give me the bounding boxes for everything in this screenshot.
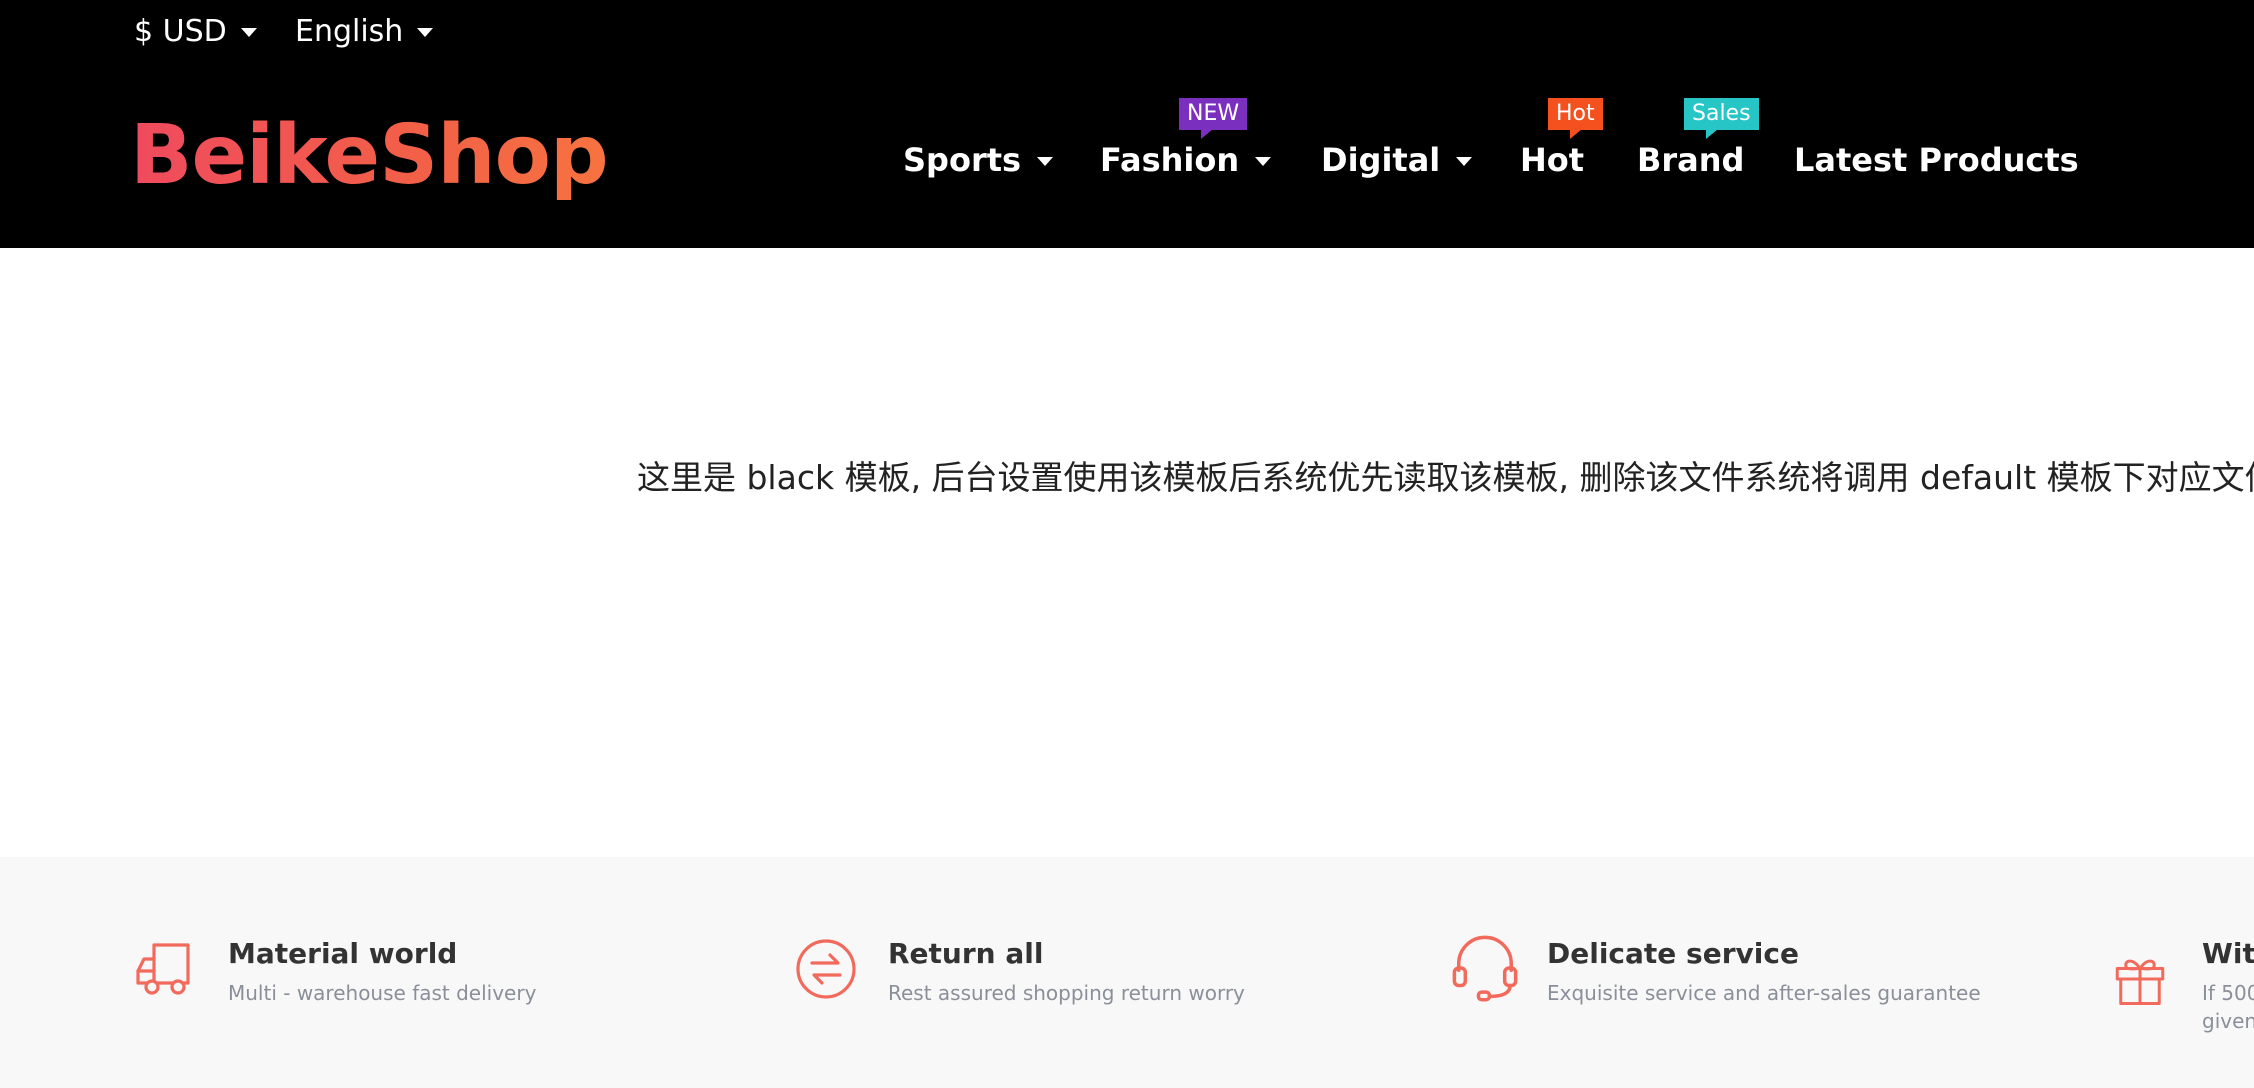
nav-item-hot[interactable]: Hot [1520,138,1584,182]
nav-item-brand[interactable]: Brand [1637,138,1744,182]
nav-item-label: Brand [1637,141,1745,179]
headset-icon [1452,935,1518,1002]
service-desc-line2: given [2202,1009,2254,1033]
language-label: English [295,14,404,49]
chevron-down-icon [417,28,434,37]
service-title: Material world [228,937,458,970]
nav-item-label: Latest Products [1794,141,2079,179]
site-header: $ USD English BeikeShop Sports NEW Fashi… [0,0,2254,248]
nav-item-latest-products[interactable]: Latest Products [1794,138,2079,182]
truck-icon [136,943,190,995]
service-title: With [2202,937,2254,970]
service-title: Return all [888,937,1044,970]
service-desc: If 500 [2202,981,2254,1005]
nav-item-digital[interactable]: Digital [1321,138,1473,182]
currency-label: $ USD [134,14,227,49]
gift-icon [2115,959,2165,1005]
chevron-down-icon [1255,156,1272,166]
nav-badge-hot: Hot [1548,98,1603,139]
nav-badge-new: NEW [1179,98,1248,139]
service-desc: Multi - warehouse fast delivery [228,981,537,1005]
chevron-down-icon [1456,156,1473,166]
nav-item-label: Hot [1520,141,1585,179]
currency-selector[interactable]: $ USD [134,14,257,49]
nav-item-fashion[interactable]: Fashion [1100,138,1272,182]
site-logo[interactable]: BeikeShop [130,108,609,203]
services-bar: Material world Multi - warehouse fast de… [0,857,2254,1088]
service-desc: Rest assured shopping return worry [888,981,1245,1005]
nav-item-label: Digital [1321,141,1441,179]
service-title: Delicate service [1547,937,1799,970]
chevron-down-icon [1037,156,1054,166]
nav-item-label: Sports [903,141,1022,179]
nav-item-label: Fashion [1100,141,1240,179]
nav-item-sports[interactable]: Sports [903,138,1054,182]
language-selector[interactable]: English [295,14,434,49]
nav-badge-sales: Sales [1684,98,1759,139]
chevron-down-icon [240,28,257,37]
return-icon [796,939,856,999]
service-desc: Exquisite service and after-sales guaran… [1547,981,1981,1005]
template-notice: 这里是 black 模板, 后台设置使用该模板后系统优先读取该模板, 删除该文件… [637,458,2254,497]
